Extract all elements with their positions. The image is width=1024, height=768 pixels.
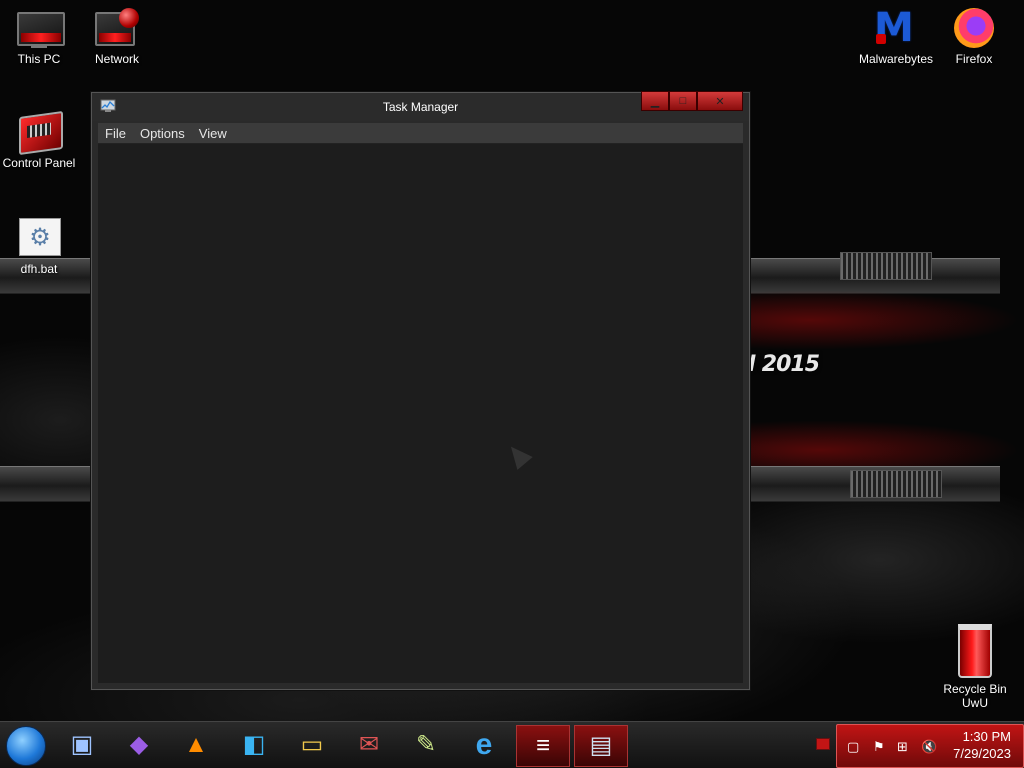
network-icon — [93, 8, 141, 48]
task-manager-icon: ▤ — [589, 732, 613, 759]
mouse-pointer-icon — [503, 440, 533, 470]
menu-view[interactable]: View — [192, 126, 234, 141]
show-desktop-icon[interactable]: ▢ — [847, 739, 859, 755]
desktop-icon-this-pc[interactable]: This PC — [0, 8, 78, 66]
taskbar: ▣ ◆ ▲ ◧ ▭ ✉ ✎ e ≡ ▤ ▢ ⚑ ⊞ 🔇 1:30 PM 7/29… — [0, 721, 1024, 768]
batch-file-icon: ⚙ — [15, 218, 63, 258]
taskbar-task-manager[interactable]: ▤ — [574, 725, 628, 767]
dotpeek-icon: ◧ — [242, 731, 266, 758]
window-titlebar[interactable]: Task Manager ▁ □ ✕ — [92, 91, 749, 121]
taskbar-file-explorer[interactable]: ▭ — [286, 725, 338, 765]
pdf-reader-icon: ✉ — [358, 731, 380, 758]
desktop-icon-dfh-bat[interactable]: ⚙ dfh.bat — [0, 218, 78, 276]
window-content-area[interactable] — [98, 144, 743, 683]
clock-time: 1:30 PM — [962, 729, 1011, 744]
desktop-icon-label-2: UwU — [962, 696, 988, 710]
desktop-icon-label: Firefox — [955, 52, 993, 66]
menu-options[interactable]: Options — [133, 126, 192, 141]
malwarebytes-icon: M — [874, 5, 914, 51]
visual-studio-installer-icon: ◆ — [129, 731, 149, 758]
notes-app-icon: ≡ — [535, 732, 550, 759]
window-controls: ▁ □ ✕ — [641, 91, 743, 111]
network-tray-icon[interactable]: ⊞ — [897, 739, 908, 755]
text-editor-icon: ✎ — [415, 731, 437, 758]
minimize-button[interactable]: ▁ — [641, 91, 669, 111]
desktop-icon-label: Network — [94, 52, 139, 66]
window-switcher-icon: ▣ — [70, 731, 94, 758]
taskbar-window-switcher[interactable]: ▣ — [56, 725, 108, 765]
desktop-icon-label: This PC — [17, 52, 61, 66]
taskbar-pdf-reader[interactable]: ✉ — [343, 725, 395, 765]
desktop-icon-label: dfh.bat — [20, 262, 58, 276]
taskbar-dotpeek[interactable]: ◧ — [228, 725, 280, 765]
volume-muted-icon[interactable]: 🔇 — [921, 739, 937, 755]
show-hidden-icons-button[interactable] — [816, 738, 830, 750]
internet-explorer-icon: e — [475, 728, 493, 761]
file-explorer-icon: ▭ — [300, 731, 324, 758]
maximize-button[interactable]: □ — [669, 91, 697, 111]
menu-file[interactable]: File — [98, 126, 133, 141]
start-button[interactable] — [6, 726, 46, 766]
clock-date: 7/29/2023 — [953, 746, 1011, 761]
desktop-icon-label: Recycle Bin — [943, 682, 1007, 696]
taskbar-internet-explorer[interactable]: e — [458, 725, 510, 765]
minimize-icon: ▁ — [650, 95, 660, 108]
desktop-icon-malwarebytes[interactable]: M Malwarebytes — [857, 8, 935, 66]
taskbar-vlc[interactable]: ▲ — [170, 725, 222, 765]
taskbar-visual-studio-installer[interactable]: ◆ — [113, 725, 165, 765]
close-button[interactable]: ✕ — [697, 91, 743, 111]
vlc-icon: ▲ — [184, 731, 208, 758]
taskbar-text-editor[interactable]: ✎ — [400, 725, 452, 765]
desktop-icon-label: Control Panel — [2, 156, 76, 170]
wallpaper-grille-bottom — [850, 470, 942, 498]
firefox-icon — [950, 8, 998, 48]
desktop-icon-recycle-bin[interactable]: Recycle Bin UwU — [936, 624, 1014, 710]
desktop-icon-network[interactable]: Network — [78, 8, 156, 66]
menu-bar: File Options View — [98, 123, 743, 144]
wallpaper-grille-top — [840, 252, 932, 280]
recycle-bin-icon — [958, 624, 992, 678]
desktop-icon-firefox[interactable]: Firefox — [935, 8, 1013, 66]
taskbar-notes-app[interactable]: ≡ — [516, 725, 570, 767]
close-icon: ✕ — [715, 95, 725, 108]
control-panel-icon — [15, 110, 63, 156]
this-pc-icon — [15, 8, 65, 48]
task-manager-window[interactable]: Task Manager ▁ □ ✕ File Options View — [91, 91, 750, 690]
maximize-icon: □ — [679, 95, 687, 107]
action-center-flag-icon[interactable]: ⚑ — [873, 739, 885, 755]
desktop-icon-label: Malwarebytes — [858, 52, 934, 66]
desktop-icon-control-panel[interactable]: Control Panel — [0, 110, 78, 170]
system-tray: ▢ ⚑ ⊞ 🔇 1:30 PM 7/29/2023 — [836, 724, 1024, 768]
taskbar-clock[interactable]: 1:30 PM 7/29/2023 — [953, 728, 1011, 762]
